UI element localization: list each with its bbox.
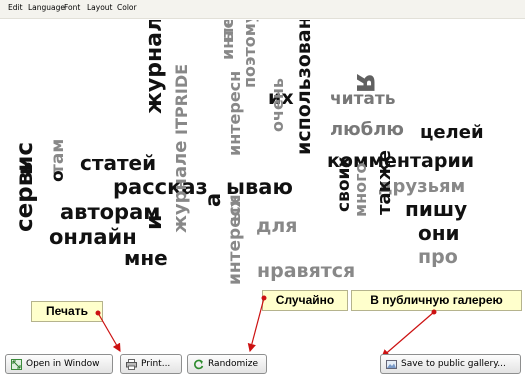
randomize-button[interactable]: Randomize [187, 354, 267, 374]
print-arrow [97, 312, 121, 353]
save-to-gallery-label: Save to public gallery... [401, 359, 506, 369]
save-to-gallery-button[interactable]: Save to public gallery... [380, 354, 521, 374]
open-in-window-label: Open in Window [26, 359, 100, 369]
expand-window-icon [11, 359, 22, 370]
randomize-label: Randomize [208, 359, 259, 369]
print-button[interactable]: Print... [120, 354, 182, 374]
callout-arrows [95, 295, 437, 358]
gallery-icon [386, 360, 397, 369]
randomize-arrow [247, 297, 265, 353]
gallery-arrow [381, 311, 435, 358]
open-in-window-button[interactable]: Open in Window [5, 354, 113, 374]
refresh-icon [194, 359, 204, 370]
print-label: Print... [141, 359, 171, 369]
printer-icon [126, 359, 137, 370]
